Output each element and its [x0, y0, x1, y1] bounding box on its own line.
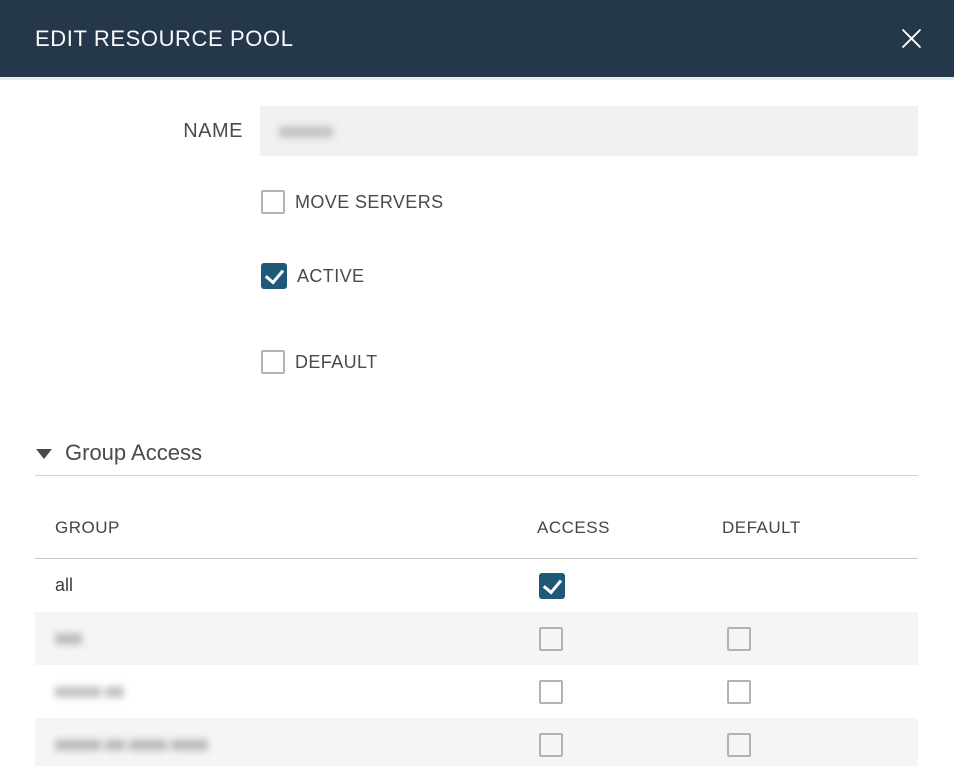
- table-row: xxx: [35, 612, 918, 665]
- option-row-active: ACTIVE: [261, 263, 918, 289]
- option-row-move-servers: MOVE SERVERS: [261, 190, 918, 214]
- modal-body: NAME xxxxxx MOVE SERVERS ACTIVE DEFAULT …: [0, 106, 954, 766]
- name-input-value: xxxxxx: [279, 121, 333, 142]
- caret-down-icon: [36, 449, 52, 459]
- access-checkbox[interactable]: [539, 680, 563, 704]
- default-checkbox[interactable]: [727, 733, 751, 757]
- move-servers-label[interactable]: MOVE SERVERS: [295, 192, 444, 213]
- active-label[interactable]: ACTIVE: [297, 266, 364, 287]
- default-cell: [722, 680, 918, 704]
- table-row: xxxxx-xx: [35, 665, 918, 718]
- column-header-group: GROUP: [35, 518, 537, 538]
- access-cell: [537, 680, 722, 704]
- access-cell: [537, 627, 722, 651]
- default-label[interactable]: DEFAULT: [295, 352, 377, 373]
- access-checkbox[interactable]: [539, 573, 565, 599]
- name-field-row: NAME xxxxxx: [35, 106, 918, 156]
- table-row: xxxxx-xx-xxxx-xxxx: [35, 718, 918, 766]
- modal-title: EDIT RESOURCE POOL: [35, 26, 294, 52]
- active-checkbox[interactable]: [261, 263, 287, 289]
- group-access-title: Group Access: [65, 440, 202, 466]
- close-icon: [898, 25, 925, 52]
- group-name: xxx: [35, 628, 537, 649]
- default-checkbox[interactable]: [727, 627, 751, 651]
- table-body: all xxx xxxxx-xx xxxxx-xx-x: [35, 559, 918, 766]
- move-servers-checkbox[interactable]: [261, 190, 285, 214]
- section-divider: [35, 475, 918, 476]
- close-button[interactable]: [894, 22, 928, 56]
- group-access-toggle[interactable]: Group Access: [35, 440, 918, 466]
- default-cell: [722, 733, 918, 757]
- name-label: NAME: [35, 120, 243, 143]
- column-header-default: DEFAULT: [722, 518, 918, 538]
- modal-header: EDIT RESOURCE POOL: [0, 0, 954, 77]
- group-name: xxxxx-xx-xxxx-xxxx: [35, 734, 537, 755]
- table-row: all: [35, 559, 918, 612]
- group-name: all: [35, 575, 537, 596]
- access-checkbox[interactable]: [539, 733, 563, 757]
- option-row-default: DEFAULT: [261, 350, 918, 374]
- access-cell: [537, 573, 722, 599]
- access-cell: [537, 733, 722, 757]
- default-checkbox[interactable]: [727, 680, 751, 704]
- default-checkbox[interactable]: [261, 350, 285, 374]
- group-name: xxxxx-xx: [35, 681, 537, 702]
- column-header-access: ACCESS: [537, 518, 722, 538]
- table-header: GROUP ACCESS DEFAULT: [35, 518, 918, 538]
- name-input[interactable]: xxxxxx: [260, 106, 918, 156]
- access-checkbox[interactable]: [539, 627, 563, 651]
- default-cell: [722, 627, 918, 651]
- header-shadow: [0, 77, 954, 80]
